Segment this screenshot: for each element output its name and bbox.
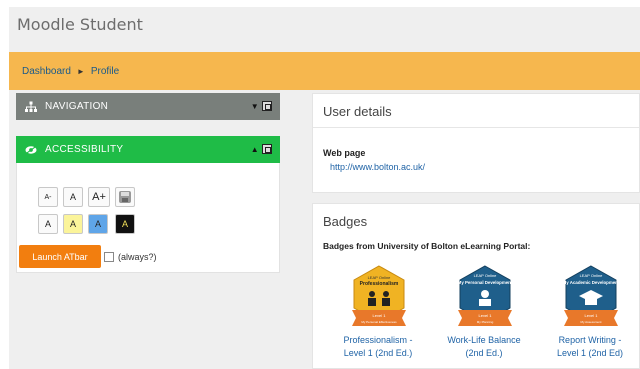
badges-panel: Badges Badges from University of Bolton … xyxy=(312,203,640,369)
badge-report-writing[interactable]: LEAP Online My Academic Development Leve… xyxy=(540,264,640,368)
sitemap-icon xyxy=(25,101,37,113)
navigation-block-header[interactable]: NAVIGATION ▼ xyxy=(16,93,280,120)
badge-professionalism-link[interactable]: Professionalism - Level 1 (2nd Ed.) xyxy=(328,334,428,360)
breadcrumb: Dashboard ► Profile xyxy=(22,66,119,77)
breadcrumb-bar: Dashboard ► Profile xyxy=(9,52,640,90)
collapse-up-icon[interactable]: ▲ xyxy=(251,145,259,154)
svg-text:My Planning: My Planning xyxy=(477,320,494,324)
contrast-blue-button[interactable]: A xyxy=(88,214,108,234)
breadcrumb-dashboard-link[interactable]: Dashboard xyxy=(22,66,71,77)
badge-work-life-balance[interactable]: LEAP Online My Personal Development Leve… xyxy=(434,264,534,368)
user-details-title: User details xyxy=(323,104,392,119)
badge-work-life-balance-link[interactable]: Work-Life Balance (2nd Ed.) xyxy=(434,334,534,360)
svg-text:LEAP Online: LEAP Online xyxy=(368,275,392,280)
accessibility-block-body: A- A A+ A A A A Launch ATbar (always?) xyxy=(16,163,280,273)
user-details-panel: User details Web page http://www.bolton.… xyxy=(312,93,640,193)
web-page-link[interactable]: http://www.bolton.ac.uk/ xyxy=(330,162,425,172)
disk-icon xyxy=(119,191,131,203)
always-checkbox[interactable] xyxy=(104,252,114,262)
badge-professionalism-icon: LEAP Online Professionalism Level 1 My P… xyxy=(352,265,406,326)
svg-text:My Personal Development: My Personal Development xyxy=(458,280,513,285)
svg-text:Level 1: Level 1 xyxy=(585,313,599,318)
contrast-default-button[interactable]: A xyxy=(38,214,58,234)
breadcrumb-profile-link[interactable]: Profile xyxy=(91,66,119,77)
accessibility-block-title: ACCESSIBILITY xyxy=(45,144,124,155)
collapse-down-icon[interactable]: ▼ xyxy=(251,102,259,111)
svg-text:LEAP Online: LEAP Online xyxy=(474,273,498,278)
badges-title: Badges xyxy=(323,214,368,229)
site-title[interactable]: Moodle Student xyxy=(17,15,143,34)
accessibility-block-header[interactable]: ACCESSIBILITY ▲ xyxy=(16,136,280,163)
svg-text:My Assessment: My Assessment xyxy=(580,320,601,324)
accessibility-block-controls: ▲ xyxy=(251,144,272,154)
eye-icon xyxy=(25,144,37,156)
svg-text:Level 1: Level 1 xyxy=(373,313,387,318)
contrast-yellow-button[interactable]: A xyxy=(63,214,83,234)
breadcrumb-separator-icon: ► xyxy=(76,67,85,76)
navigation-block-controls: ▼ xyxy=(251,101,272,111)
navigation-block-title: NAVIGATION xyxy=(45,101,109,112)
always-label: (always?) xyxy=(118,252,157,262)
badges-subtitle: Badges from University of Bolton eLearni… xyxy=(323,241,531,251)
badge-personal-development-icon: LEAP Online My Personal Development Leve… xyxy=(458,265,513,326)
decrease-text-button[interactable]: A- xyxy=(38,187,58,207)
contrast-black-button[interactable]: A xyxy=(115,214,135,234)
dock-icon[interactable] xyxy=(262,144,272,154)
svg-text:My Academic Development: My Academic Development xyxy=(563,280,620,285)
page-background: Moodle Student Dashboard ► Profile NAVIG… xyxy=(9,7,640,369)
badge-professionalism[interactable]: LEAP Online Professionalism Level 1 My P… xyxy=(328,264,428,368)
svg-text:LEAP Online: LEAP Online xyxy=(580,273,604,278)
web-page-label: Web page xyxy=(323,148,366,158)
reset-text-button[interactable]: A xyxy=(63,187,83,207)
svg-text:Professionalism: Professionalism xyxy=(360,281,399,287)
svg-text:My Personal Effectiveness: My Personal Effectiveness xyxy=(361,320,397,324)
save-settings-button[interactable] xyxy=(115,187,135,207)
badge-report-writing-link[interactable]: Report Writing - Level 1 (2nd Ed) xyxy=(540,334,640,360)
divider xyxy=(313,127,639,128)
badge-academic-development-icon: LEAP Online My Academic Development Leve… xyxy=(563,265,620,326)
svg-text:Level 1: Level 1 xyxy=(479,313,493,318)
launch-atbar-button[interactable]: Launch ATbar xyxy=(19,245,101,268)
dock-icon[interactable] xyxy=(262,101,272,111)
increase-text-button[interactable]: A+ xyxy=(88,187,110,207)
